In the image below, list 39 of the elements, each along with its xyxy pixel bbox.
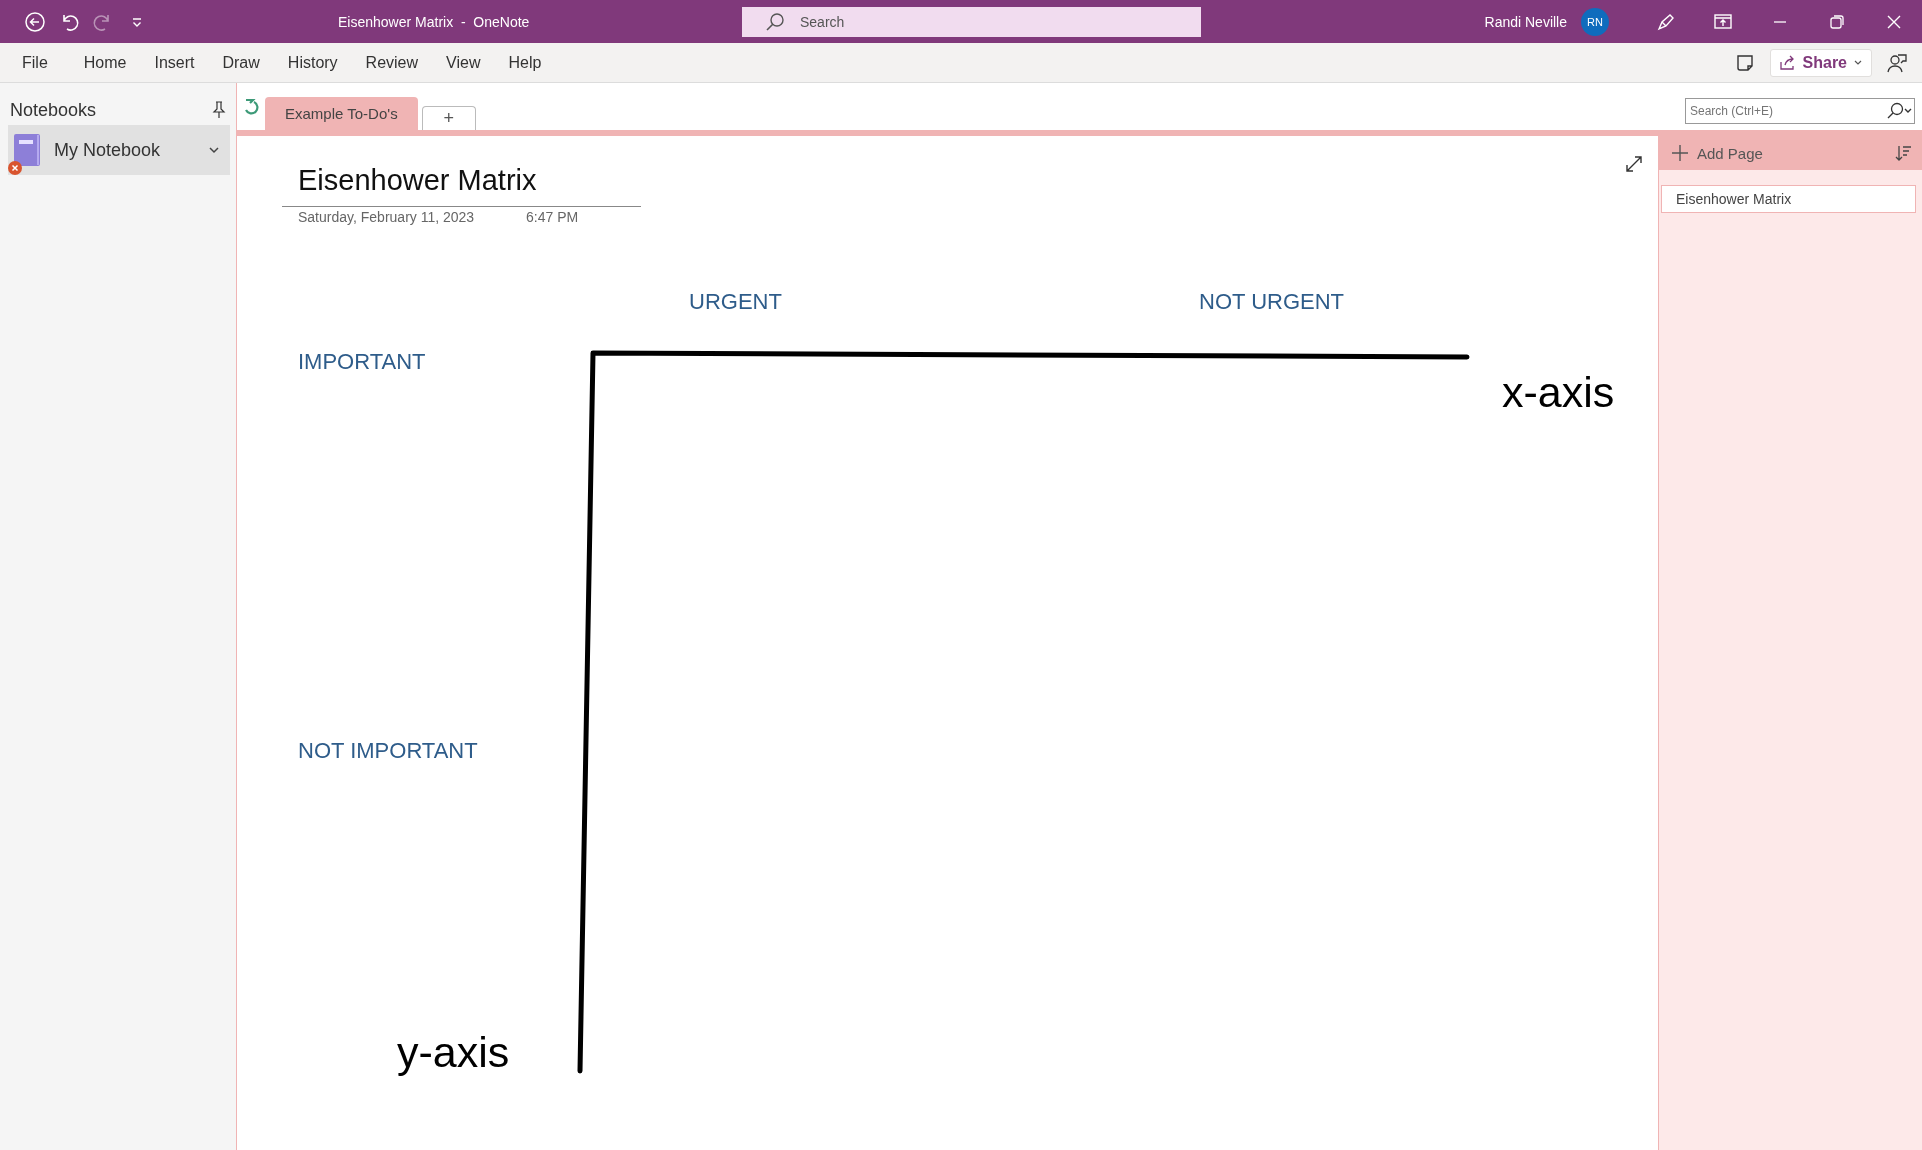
chevron-down-icon[interactable]	[208, 146, 220, 154]
caret-icon	[1853, 58, 1863, 67]
menu-tab[interactable]: Help	[494, 53, 556, 72]
back-icon[interactable]	[24, 10, 46, 33]
notebook-item[interactable]: My Notebook	[8, 125, 230, 175]
section-tab[interactable]: Example To-Do's	[265, 97, 418, 130]
row-header: IMPORTANT	[298, 349, 426, 375]
page-title: Eisenhower Matrix	[298, 164, 537, 197]
add-section-tab[interactable]: +	[421, 106, 476, 130]
x-axis-label: x-axis	[1502, 368, 1615, 417]
page-time: 6:47 PM	[526, 209, 579, 225]
page-list-item[interactable]: Eisenhower Matrix	[1661, 185, 1916, 213]
menu-tab[interactable]: Insert	[140, 53, 209, 72]
search-field[interactable]: Search	[742, 6, 1201, 37]
expand-icon[interactable]	[1624, 154, 1644, 174]
menu-tab[interactable]: Home	[69, 53, 141, 72]
menu-tab[interactable]: Draw	[208, 53, 274, 72]
column-header: URGENT	[689, 289, 782, 315]
window-title: Eisenhower Matrix - OneNote	[338, 13, 531, 30]
pin-icon[interactable]	[212, 101, 226, 119]
search-field[interactable]: Search (Ctrl+E)	[1685, 98, 1915, 124]
sort-icon[interactable]	[1894, 144, 1912, 162]
row-header: NOT IMPORTANT	[298, 738, 478, 764]
menu-tab[interactable]: History	[273, 53, 352, 72]
menu-tab[interactable]: Review	[351, 53, 433, 72]
share-button[interactable]: Share	[1769, 48, 1872, 77]
column-header: NOT URGENT	[1199, 289, 1345, 315]
plus-icon	[1671, 144, 1689, 162]
page-date: Saturday, February 11, 2023	[298, 209, 475, 225]
notebooks-header: Notebooks	[10, 99, 97, 121]
user-avatar[interactable]: RN	[1581, 7, 1609, 36]
y-axis-label: y-axis	[397, 1028, 510, 1077]
search-icon	[764, 10, 786, 33]
add-page-button[interactable]: Add Page	[1671, 144, 1763, 162]
person-feedback-icon[interactable]	[1886, 51, 1908, 74]
share-icon	[1778, 54, 1797, 71]
menu-tab[interactable]: File	[0, 53, 70, 72]
menu-tab[interactable]: View	[432, 53, 495, 72]
user-name: Randi Neville	[1484, 13, 1567, 30]
